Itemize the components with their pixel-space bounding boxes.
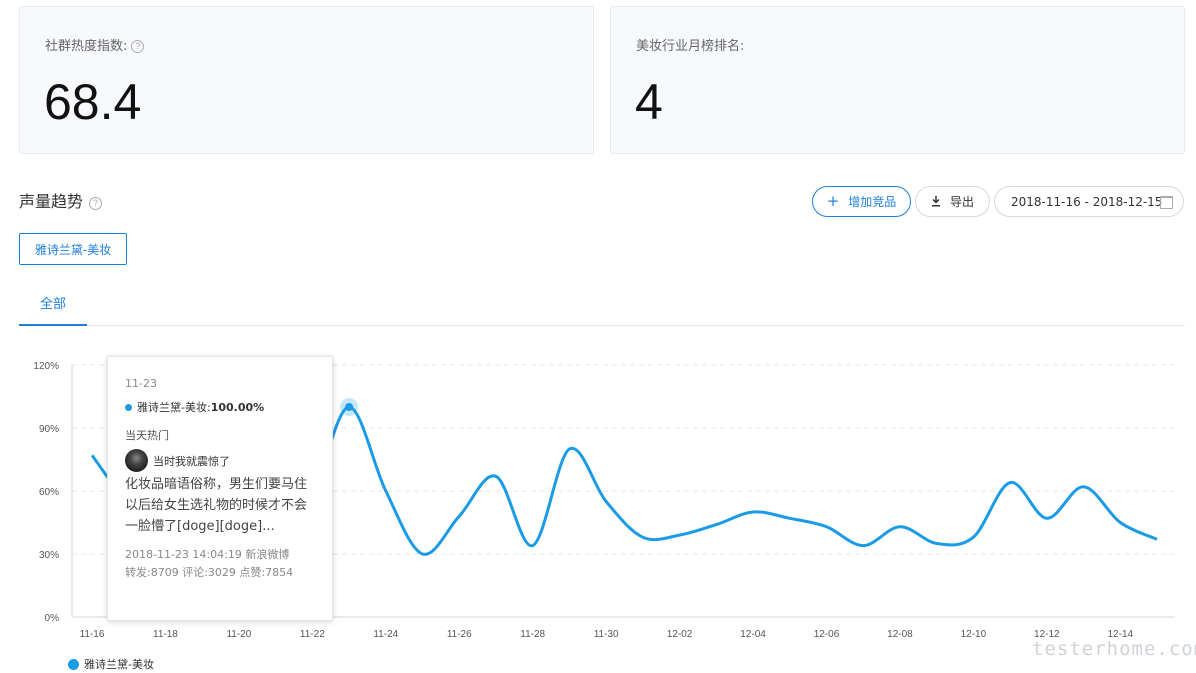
watermark: testerhome.com [1032, 638, 1196, 660]
download-icon [931, 196, 940, 207]
ranking-card: 美妆行业月榜排名: 4 [610, 6, 1185, 154]
x-tick-label: 11-28 [520, 629, 545, 640]
add-competitor-button[interactable]: + 增加竞品 [812, 186, 911, 217]
x-tick-label: 11-30 [594, 629, 619, 640]
y-tick-label: 30% [39, 550, 59, 561]
plus-icon: + [826, 192, 840, 210]
y-tick-label: 90% [39, 424, 59, 435]
avatar [125, 449, 148, 472]
tooltip-date: 11-23 [125, 377, 157, 390]
date-range-picker[interactable]: 2018-11-16 - 2018-12-15 [994, 186, 1184, 217]
heat-index-label: 社群热度指数:? [45, 35, 145, 54]
tab-bar: 全部 [19, 290, 1185, 326]
help-icon[interactable]: ? [131, 40, 145, 53]
x-tick-label: 11-24 [373, 629, 398, 640]
ranking-label: 美妆行业月榜排名: [636, 39, 745, 54]
x-tick-label: 11-26 [447, 629, 472, 640]
tooltip-post-content[interactable]: 化妆品暗语俗称，男生们要马住以后给女生选礼物的时候才不会一脸懵了[doge][d… [125, 474, 317, 537]
data-point[interactable] [345, 403, 354, 411]
tooltip-hot-label: 当天热门 [125, 429, 169, 442]
export-button[interactable]: 导出 [915, 186, 990, 217]
section-title: 声量趋势? [19, 188, 103, 212]
y-tick-label: 0% [45, 613, 60, 624]
tab-all[interactable]: 全部 [19, 290, 87, 326]
x-tick-label: 11-20 [226, 629, 251, 640]
x-tick-label: 11-16 [80, 629, 105, 640]
brand-tag[interactable]: 雅诗兰黛-美妆 [19, 233, 127, 265]
y-tick-label: 60% [39, 487, 59, 498]
y-tick-label: 120% [33, 361, 59, 372]
heat-index-value: 68.4 [44, 74, 142, 130]
x-tick-label: 12-06 [814, 629, 840, 640]
heat-index-card: 社群热度指数:? 68.4 [19, 6, 594, 154]
ranking-value: 4 [635, 74, 663, 130]
x-tick-label: 11-18 [153, 629, 178, 640]
x-tick-label: 12-08 [887, 629, 913, 640]
help-icon[interactable]: ? [89, 197, 103, 210]
x-tick-label: 12-04 [740, 629, 766, 640]
tooltip-user[interactable]: 当时我就震惊了 [125, 449, 230, 472]
x-tick-label: 11-22 [300, 629, 325, 640]
x-tick-label: 12-02 [667, 629, 693, 640]
x-tick-label: 12-10 [961, 629, 987, 640]
calendar-icon [1160, 196, 1173, 209]
chart-legend[interactable]: 雅诗兰黛-美妆 [68, 656, 154, 672]
series-dot-icon [125, 403, 132, 411]
tooltip-meta: 2018-11-23 14:04:19 新浪微博 转发:8709 评论:3029… [125, 548, 294, 579]
tooltip-series: 雅诗兰黛-美妆: 100.00% [125, 399, 264, 415]
legend-dot-icon [68, 658, 79, 670]
chart-tooltip: 11-23 雅诗兰黛-美妆: 100.00% 当天热门 当时我就震惊了 化妆品暗语… [107, 356, 333, 621]
